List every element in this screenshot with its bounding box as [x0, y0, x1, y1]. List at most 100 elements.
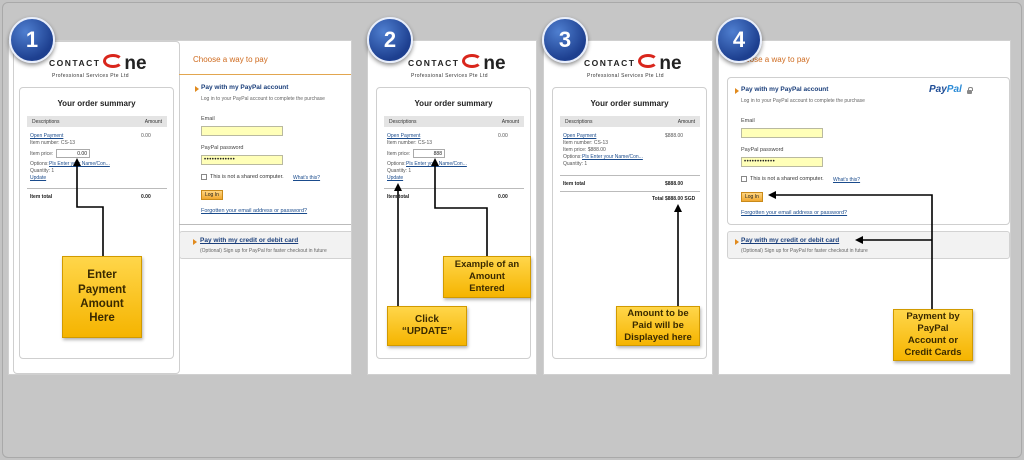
divider [384, 188, 524, 189]
order-summary-title: Your order summary [414, 99, 493, 108]
item-total-label: Item total [30, 194, 53, 200]
options-value[interactable]: Pls Enter your Name/Con... [49, 161, 110, 168]
whats-this-link[interactable]: What's this? [293, 175, 320, 181]
item-number: Item number: CS-13 [563, 140, 609, 146]
expand-arrow-icon [735, 239, 739, 245]
item-price-label: Item price: [387, 151, 411, 157]
item-total-label: Item total [387, 194, 410, 200]
email-label: Email [201, 116, 215, 122]
col-descriptions: Descriptions [565, 118, 593, 125]
logo-subtitle: Professional Services Pte Ltd [411, 73, 488, 79]
orange-separator [179, 74, 351, 75]
shared-computer-checkbox[interactable] [741, 176, 747, 182]
item-price-input[interactable]: 888 [413, 149, 445, 158]
quantity: Quantity: 1 [563, 161, 588, 167]
item-total-value: $888.00 [665, 181, 684, 187]
password-label: PayPal password [741, 147, 784, 153]
swoosh-icon [103, 54, 124, 68]
expand-arrow-icon [735, 88, 739, 94]
col-amount: Amount [501, 118, 519, 125]
shared-computer-label: This is not a shared computer. [750, 176, 824, 182]
quantity: Quantity: 1 [30, 168, 55, 174]
item-name-link[interactable]: Open Payment [387, 133, 420, 140]
forgot-link[interactable]: Forgotten your email address or password… [201, 208, 307, 214]
col-amount: Amount [677, 118, 695, 125]
item-price-label: Item price: [30, 151, 54, 157]
col-descriptions: Descriptions [32, 118, 60, 125]
update-link[interactable]: Update [30, 175, 46, 182]
step-2-badge: 2 [367, 17, 413, 63]
password-field[interactable]: •••••••••••• [201, 155, 283, 165]
item-amount: 0.00 [141, 133, 151, 139]
paypal-logo: PayPal [929, 84, 962, 95]
options-label: Options: [387, 161, 406, 167]
contact-one-logo: CONTACT ne [49, 53, 147, 74]
expand-arrow-icon [195, 86, 199, 92]
order-table-header: Descriptions Amount [384, 116, 524, 127]
item-name-link[interactable]: Open Payment [563, 133, 596, 140]
item-number: Item number: CS-13 [30, 140, 76, 146]
step-4-badge: 4 [716, 17, 762, 63]
step-1-badge: 1 [9, 17, 55, 63]
update-link[interactable]: Update [387, 175, 403, 182]
item-name-link[interactable]: Open Payment [30, 133, 63, 140]
grand-total: Total $888.00 SGD [652, 196, 696, 202]
contact-one-logo: CONTACT ne [584, 53, 682, 74]
email-field[interactable] [201, 126, 283, 136]
divider [179, 224, 351, 225]
options-label: Options: [563, 154, 582, 160]
password-label: PayPal password [201, 145, 244, 151]
step-1-screenshot: CONTACT ne Professional Services Pte Ltd … [8, 40, 352, 375]
paypal-account-title[interactable]: Pay with my PayPal account [201, 84, 288, 91]
order-table-header: Descriptions Amount [27, 116, 167, 127]
logo-subtitle: Professional Services Pte Ltd [587, 73, 664, 79]
options-value[interactable]: Pls Enter your Name/Con... [582, 154, 643, 161]
col-descriptions: Descriptions [389, 118, 417, 125]
item-price-input[interactable]: 0.00 [56, 149, 90, 158]
pay-with-card-link[interactable]: Pay with my credit or debit card [741, 237, 839, 244]
email-field[interactable] [741, 128, 823, 138]
divider [27, 188, 167, 189]
order-summary-title: Your order summary [57, 99, 136, 108]
expand-arrow-icon [193, 239, 197, 245]
choose-way-title: Choose a way to pay [193, 55, 268, 64]
pay-with-card-link[interactable]: Pay with my credit or debit card [200, 237, 298, 244]
callout-amount-displayed: Amount to be Paid will be Displayed here [616, 306, 700, 346]
order-table-header: Descriptions Amount [560, 116, 700, 127]
item-total-label: Item total [563, 181, 586, 187]
card-payment-band [179, 231, 351, 259]
swoosh-icon [638, 54, 659, 68]
shared-computer-label: This is not a shared computer. [210, 174, 284, 180]
item-amount: $888.00 [665, 133, 684, 139]
login-button[interactable]: Log In [741, 192, 763, 202]
logo-subtitle: Professional Services Pte Ltd [52, 73, 129, 79]
forgot-link[interactable]: Forgotten your email address or password… [741, 210, 847, 216]
paypal-account-title[interactable]: Pay with my PayPal account [741, 86, 828, 93]
callout-enter-amount: Enter Payment Amount Here [62, 256, 142, 338]
order-summary-title: Your order summary [590, 99, 669, 108]
callout-payment-by: Payment by PayPal Account or Credit Card… [893, 309, 973, 361]
paypal-account-subtitle: Log in to your PayPal account to complet… [741, 98, 865, 104]
card-subtitle: (Optional) Sign up for PayPal for faster… [741, 248, 868, 254]
paypal-account-subtitle: Log in to your PayPal account to complet… [201, 96, 325, 102]
item-price-text: Item price: $888.00 [563, 147, 606, 153]
options-label: Options: [30, 161, 49, 167]
card-subtitle: (Optional) Sign up for PayPal for faster… [200, 248, 327, 254]
password-field[interactable]: •••••••••••• [741, 157, 823, 167]
divider [560, 175, 700, 176]
lock-icon [967, 87, 973, 94]
email-label: Email [741, 118, 755, 124]
callout-example-amount: Example of an Amount Entered [443, 256, 531, 298]
shared-computer-checkbox[interactable] [201, 174, 207, 180]
divider [560, 191, 700, 192]
swoosh-icon [462, 54, 483, 68]
login-button[interactable]: Log In [201, 190, 223, 200]
card-payment-band [727, 231, 1010, 259]
item-number: Item number: CS-13 [387, 140, 433, 146]
item-amount: 0.00 [498, 133, 508, 139]
col-amount: Amount [144, 118, 162, 125]
item-total-value: 0.00 [498, 194, 508, 200]
whats-this-link[interactable]: What's this? [833, 177, 860, 183]
options-value[interactable]: Pls Enter your Name/Con... [406, 161, 467, 168]
contact-one-logo: CONTACT ne [408, 53, 506, 74]
